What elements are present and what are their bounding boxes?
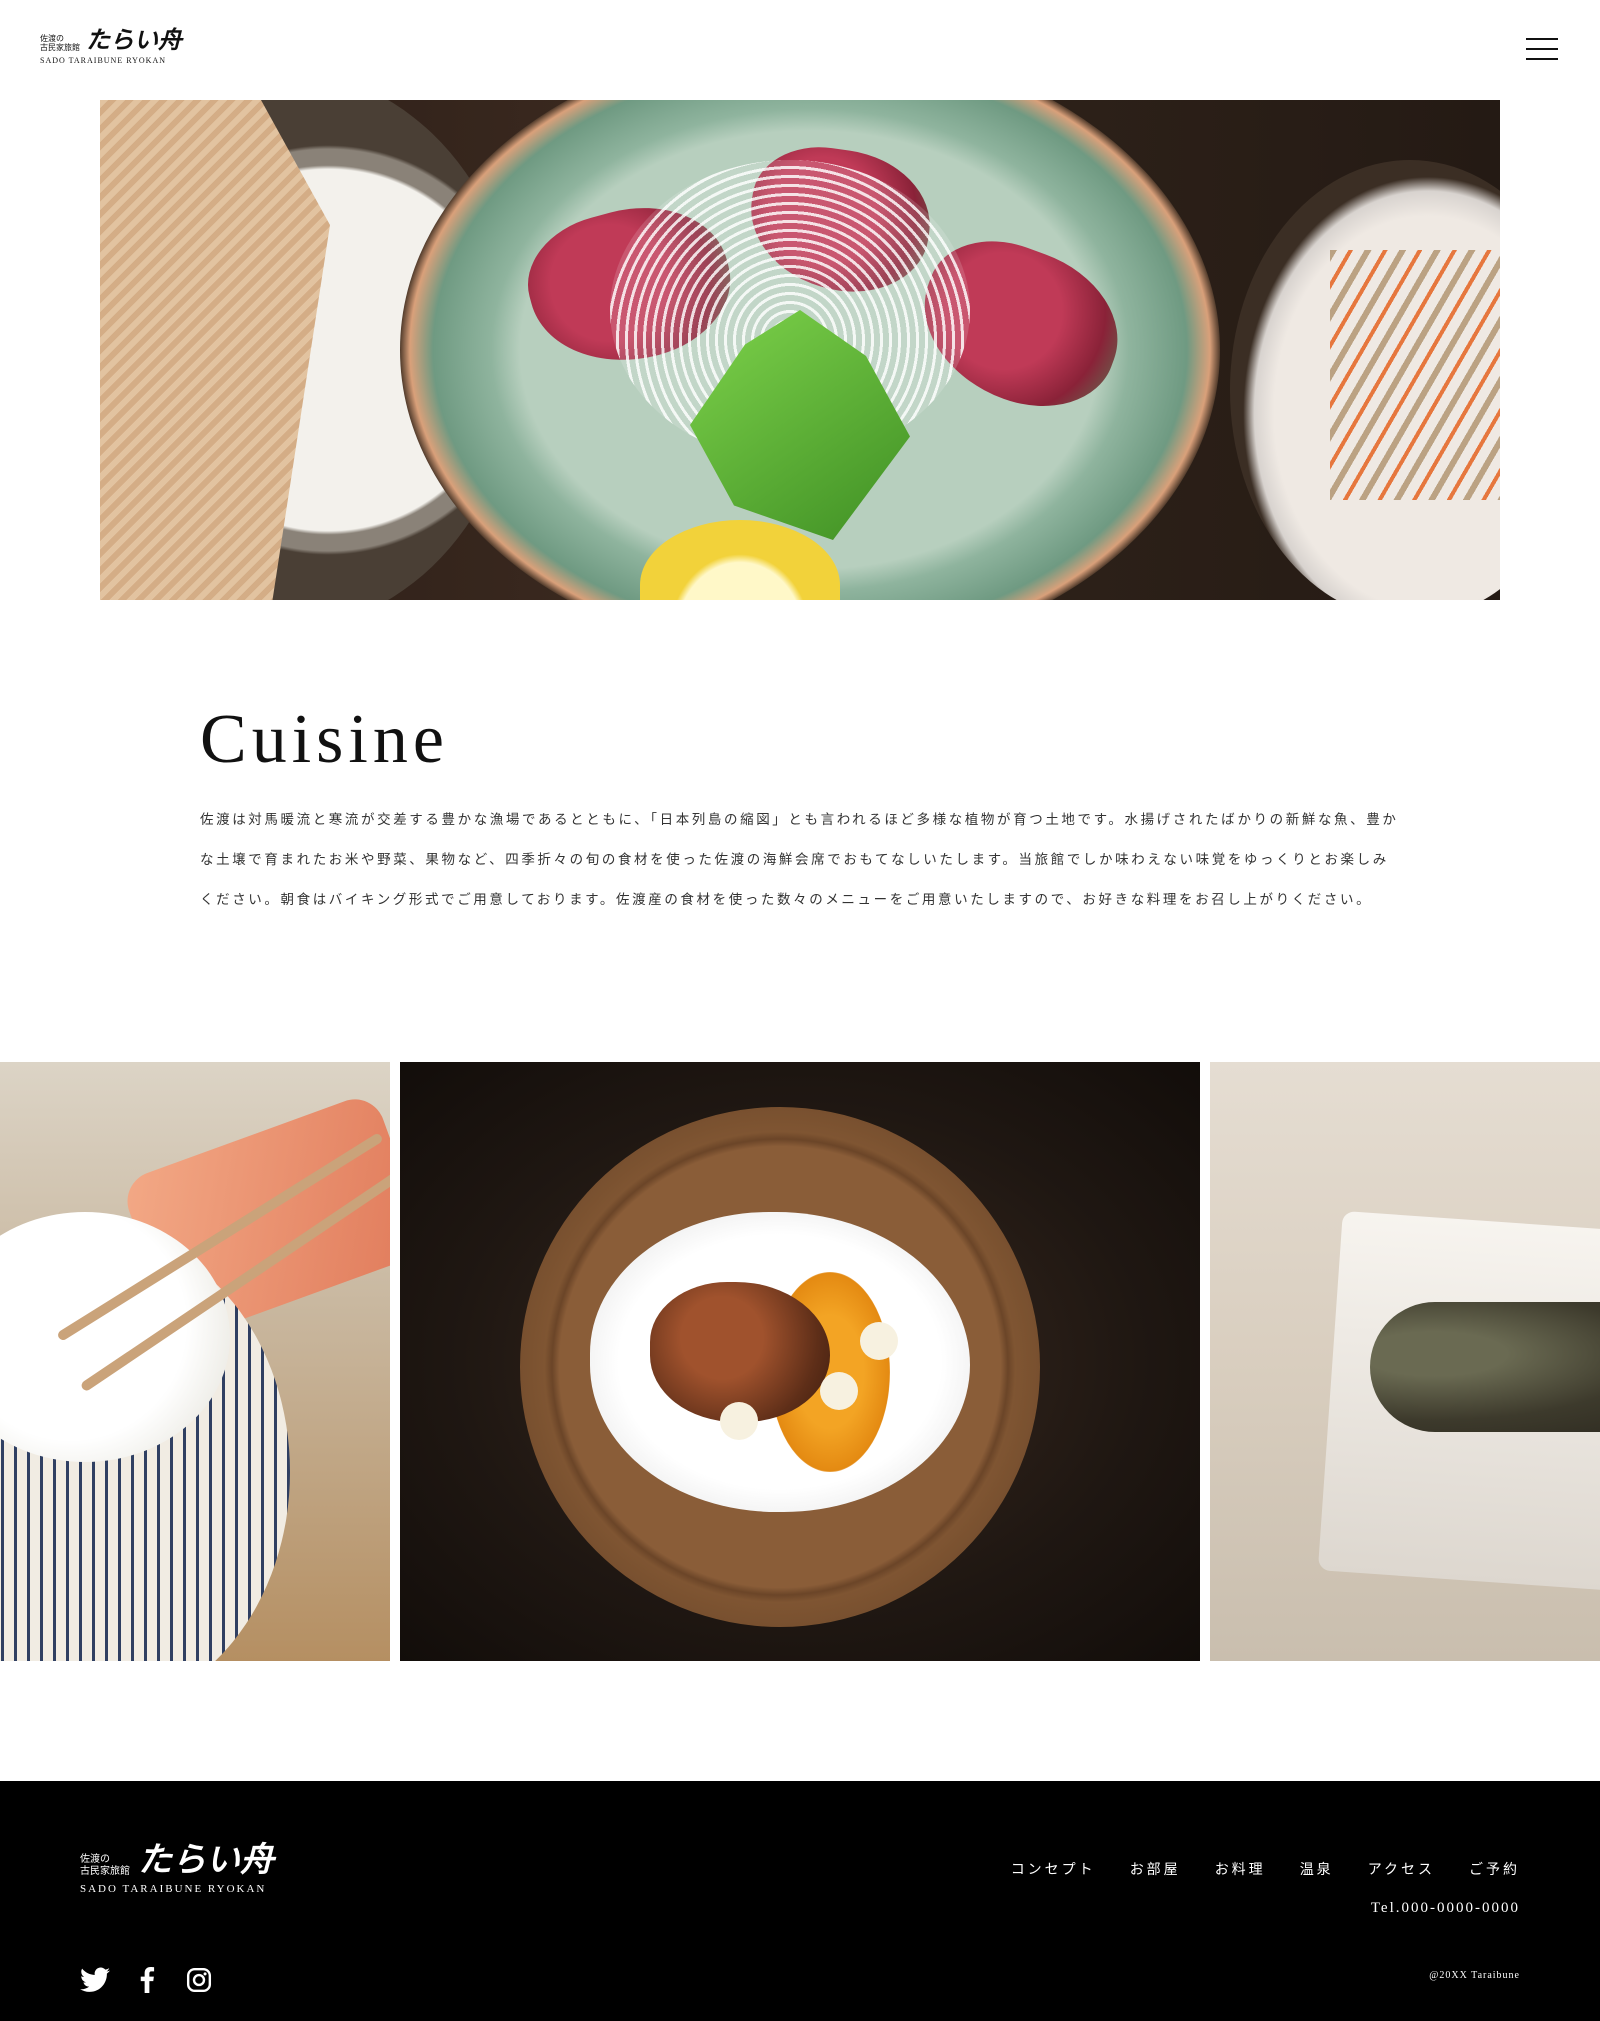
hero-image-katsuo-tataki bbox=[100, 100, 1500, 600]
logo-wordmark: 佐渡の 古民家旅館 たらい舟 bbox=[40, 28, 182, 52]
grilled-fish bbox=[1370, 1302, 1600, 1432]
instagram-icon[interactable] bbox=[184, 1965, 214, 1995]
logo-wordmark: 佐渡の 古民家旅館 たらい舟 bbox=[80, 1843, 274, 1877]
logo-subtitle: 佐渡の 古民家旅館 bbox=[80, 1854, 130, 1877]
section-description: 佐渡は対馬暖流と寒流が交差する豊かな漁場であるとともに、「日本列島の縮図」とも言… bbox=[200, 812, 1399, 908]
hamburger-menu-icon[interactable] bbox=[1526, 36, 1558, 62]
logo-sub-line1: 佐渡の bbox=[80, 1854, 110, 1865]
site-logo[interactable]: 佐渡の 古民家旅館 たらい舟 SADO TARAIBUNE RYOKAN bbox=[40, 28, 182, 66]
footer-nav-concept[interactable]: コンセプト bbox=[1011, 1859, 1096, 1879]
footer-nav-onsen[interactable]: 温泉 bbox=[1300, 1859, 1334, 1879]
roast-duck bbox=[650, 1282, 830, 1422]
logo-sub-line2: 古民家旅館 bbox=[40, 42, 80, 52]
logo-main-text: たらい舟 bbox=[138, 1840, 274, 1880]
footer-nav-rooms[interactable]: お部屋 bbox=[1130, 1859, 1181, 1879]
logo-sub-line1: 佐渡の bbox=[40, 33, 64, 43]
footer-nav-access[interactable]: アクセス bbox=[1368, 1859, 1435, 1879]
menu-line bbox=[1526, 48, 1558, 50]
footer-logo[interactable]: 佐渡の 古民家旅館 たらい舟 SADO TARAIBUNE RYOKAN bbox=[80, 1843, 274, 1895]
logo-main-text: たらい舟 bbox=[86, 25, 182, 54]
gallery-image-duck-plate bbox=[400, 1062, 1200, 1661]
site-footer: 佐渡の 古民家旅館 たらい舟 SADO TARAIBUNE RYOKAN コンセ… bbox=[0, 1781, 1600, 2021]
facebook-icon[interactable] bbox=[132, 1965, 162, 1995]
site-header: 佐渡の 古民家旅館 たらい舟 SADO TARAIBUNE RYOKAN bbox=[0, 0, 1600, 100]
logo-sub-line2: 古民家旅館 bbox=[80, 1865, 130, 1877]
logo-english: SADO TARAIBUNE RYOKAN bbox=[80, 1883, 267, 1895]
logo-subtitle: 佐渡の 古民家旅館 bbox=[40, 34, 80, 52]
radish-slice bbox=[860, 1322, 898, 1360]
footer-phone[interactable]: Tel.000-0000-0000 bbox=[1371, 1900, 1520, 1917]
footer-social-links bbox=[80, 1965, 214, 1995]
footer-nav: コンセプト お部屋 お料理 温泉 アクセス ご予約 bbox=[1011, 1859, 1520, 1879]
radish-slice bbox=[820, 1372, 858, 1410]
gallery-image-grilled-fish bbox=[1210, 1062, 1600, 1661]
radish-slice bbox=[720, 1402, 758, 1440]
copyright: @20XX Taraibune bbox=[1429, 1970, 1520, 1981]
menu-line bbox=[1526, 58, 1558, 60]
twitter-icon[interactable] bbox=[80, 1965, 110, 1995]
footer-nav-reservation[interactable]: ご予約 bbox=[1469, 1859, 1520, 1879]
kinpira-burdock bbox=[1330, 250, 1500, 500]
section-title: Cuisine bbox=[200, 701, 449, 778]
footer-nav-cuisine[interactable]: お料理 bbox=[1215, 1859, 1266, 1879]
menu-line bbox=[1526, 38, 1558, 40]
gallery-image-rice bbox=[0, 1062, 390, 1661]
logo-english: SADO TARAIBUNE RYOKAN bbox=[40, 56, 166, 65]
